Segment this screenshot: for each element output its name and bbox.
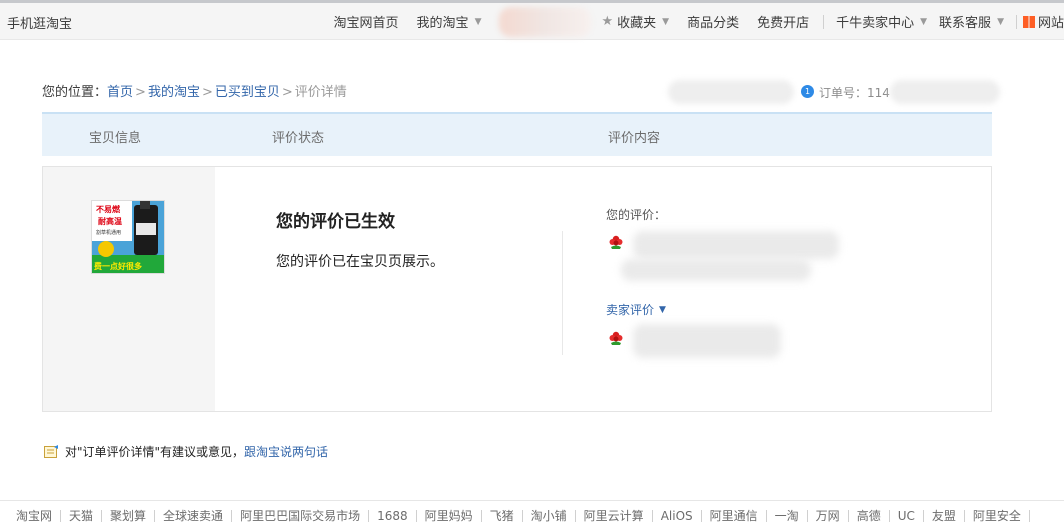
star-icon: ★ xyxy=(601,14,614,29)
breadcrumb-home[interactable]: 首页 xyxy=(107,85,133,100)
column-divider xyxy=(562,231,563,355)
footer-link[interactable]: 一淘 xyxy=(767,510,808,522)
footer-link[interactable]: 万网 xyxy=(808,510,849,522)
product-thumbnail[interactable]: 不易燃 耐高温 割草机通用 费一点好很多 xyxy=(91,200,165,274)
blurred-username xyxy=(499,6,592,37)
footer-link[interactable]: 淘宝网 xyxy=(14,510,62,522)
nav-divider xyxy=(1015,14,1017,29)
my-taobao-menu[interactable]: 我的淘宝 ▼ xyxy=(417,12,482,31)
footer-link[interactable]: UC xyxy=(890,510,924,522)
breadcrumb-my-taobao[interactable]: 我的淘宝 xyxy=(148,85,200,100)
favorites-menu[interactable]: ★ 收藏夹 ▼ xyxy=(601,12,669,31)
column-header-status: 评价状态 xyxy=(272,131,325,146)
service-menu[interactable]: 联系客服 ▼ xyxy=(939,12,1004,31)
footer-link[interactable]: 阿里妈妈 xyxy=(417,510,482,522)
footer-link[interactable]: 飞猪 xyxy=(482,510,523,522)
breadcrumb-current: 评价详情 xyxy=(294,85,347,100)
footer-link[interactable]: 友盟 xyxy=(924,510,965,522)
seller-review-toggle[interactable]: 卖家评价 ▼ xyxy=(606,301,666,318)
your-review-label: 您的评价： xyxy=(606,208,667,222)
review-card: 不易燃 耐高温 割草机通用 费一点好很多 您的评价已生效 您的评价已在宝贝页展示… xyxy=(42,166,992,412)
review-status-text: 您的评价已在宝贝页展示。 xyxy=(276,254,444,270)
footer-links: 淘宝网 天猫 聚划算 全球速卖通 阿里巴巴国际交易市场 1688 阿里妈妈 飞猪 淘小铺 阿里云计… xyxy=(0,500,1064,531)
sitemap-label: 网站 xyxy=(1037,16,1064,31)
blurred-order-date xyxy=(668,80,794,104)
review-status-title: 您的评价已生效 xyxy=(276,212,395,232)
favorites-label: 收藏夹 xyxy=(617,16,657,31)
table-header: 宝贝信息 评价状态 评价内容 xyxy=(42,112,992,156)
site-topbar: 手机逛淘宝 淘宝网首页 我的淘宝 ▼ ★ 收藏夹 ▼ 商品分类 免费开店 千牛卖… xyxy=(0,0,1064,40)
footer-link[interactable]: 天猫 xyxy=(61,510,103,522)
info-badge-icon: 1 xyxy=(801,85,814,98)
order-info: 1 订单号：114 xyxy=(668,80,1002,104)
feedback-link[interactable]: 跟淘宝说两句话 xyxy=(244,443,328,460)
sitemap-menu[interactable]: 网站 xyxy=(1022,12,1064,31)
seller-center-label: 千牛卖家中心 xyxy=(836,16,915,31)
product-text-mid: 耐高温 xyxy=(98,216,122,226)
note-icon xyxy=(44,444,58,458)
blurred-seller-reply xyxy=(633,324,781,358)
blurred-review-content xyxy=(621,259,811,281)
chevron-down-icon: ▼ xyxy=(920,16,928,27)
feedback-text: 对"订单评价详情"有建议或意见， xyxy=(65,445,245,459)
sitemap-icon xyxy=(1022,15,1035,28)
chevron-down-icon: ▼ xyxy=(662,16,670,27)
breadcrumb-separator: > xyxy=(281,85,293,100)
red-flower-icon xyxy=(609,235,623,249)
product-image: 不易燃 耐高温 割草机通用 费一点好很多 xyxy=(92,201,164,273)
breadcrumb-bought[interactable]: 已买到宝贝 xyxy=(215,85,280,100)
order-number-label: 订单号：114 xyxy=(819,86,890,100)
breadcrumb-separator: > xyxy=(201,85,213,100)
footer-link[interactable]: 阿里安全 xyxy=(965,510,1030,522)
nav-divider xyxy=(823,14,825,29)
column-header-content: 评价内容 xyxy=(608,131,661,146)
footer-link[interactable]: 淘小铺 xyxy=(523,510,576,522)
product-column: 不易燃 耐高温 割草机通用 费一点好很多 xyxy=(43,167,215,411)
open-store-link[interactable]: 免费开店 xyxy=(757,12,809,31)
footer-link[interactable]: 阿里云计算 xyxy=(576,510,653,522)
footer-link[interactable]: 聚划算 xyxy=(102,510,156,522)
chevron-down-icon: ▼ xyxy=(474,16,482,27)
red-flower-icon xyxy=(609,331,623,345)
footer-link[interactable]: 1688 xyxy=(369,510,417,522)
breadcrumb: 您的位置：首页 > 我的淘宝 > 已买到宝贝 > 评价详情 xyxy=(42,81,347,100)
blurred-order-number xyxy=(890,80,1000,104)
product-text-bottom: 费一点好很多 xyxy=(94,261,142,271)
chevron-down-icon: ▼ xyxy=(997,16,1004,27)
blurred-review-content xyxy=(633,231,839,259)
categories-link[interactable]: 商品分类 xyxy=(687,12,739,31)
my-taobao-label: 我的淘宝 xyxy=(416,16,469,31)
seller-center-menu[interactable]: 千牛卖家中心 ▼ xyxy=(836,12,927,31)
taobao-home-link[interactable]: 淘宝网首页 xyxy=(334,12,399,31)
breadcrumb-prefix: 您的位置： xyxy=(42,85,108,100)
footer-link[interactable]: 全球速卖通 xyxy=(155,510,233,522)
footer-link[interactable]: 阿里巴巴国际交易市场 xyxy=(232,510,370,522)
footer-link[interactable]: 阿里通信 xyxy=(702,510,767,522)
column-header-item: 宝贝信息 xyxy=(89,131,142,146)
chevron-down-icon: ▼ xyxy=(659,304,666,315)
feedback-bar: 对"订单评价详情"有建议或意见， 跟淘宝说两句话 xyxy=(44,443,328,460)
topbar-nav: 淘宝网首页 我的淘宝 ▼ ★ 收藏夹 ▼ 商品分类 免费开店 千牛卖家中心 ▼ … xyxy=(334,3,1064,40)
product-text-top: 不易燃 xyxy=(96,204,121,214)
seller-review-label: 卖家评价 xyxy=(606,303,655,317)
breadcrumb-separator: > xyxy=(135,85,146,100)
footer-link[interactable]: AliOS xyxy=(653,510,702,522)
mobile-taobao-link[interactable]: 手机逛淘宝 xyxy=(7,13,72,32)
product-text-small: 割草机通用 xyxy=(96,229,121,236)
footer-link[interactable]: 高德 xyxy=(849,510,890,522)
service-label: 联系客服 xyxy=(939,16,992,31)
